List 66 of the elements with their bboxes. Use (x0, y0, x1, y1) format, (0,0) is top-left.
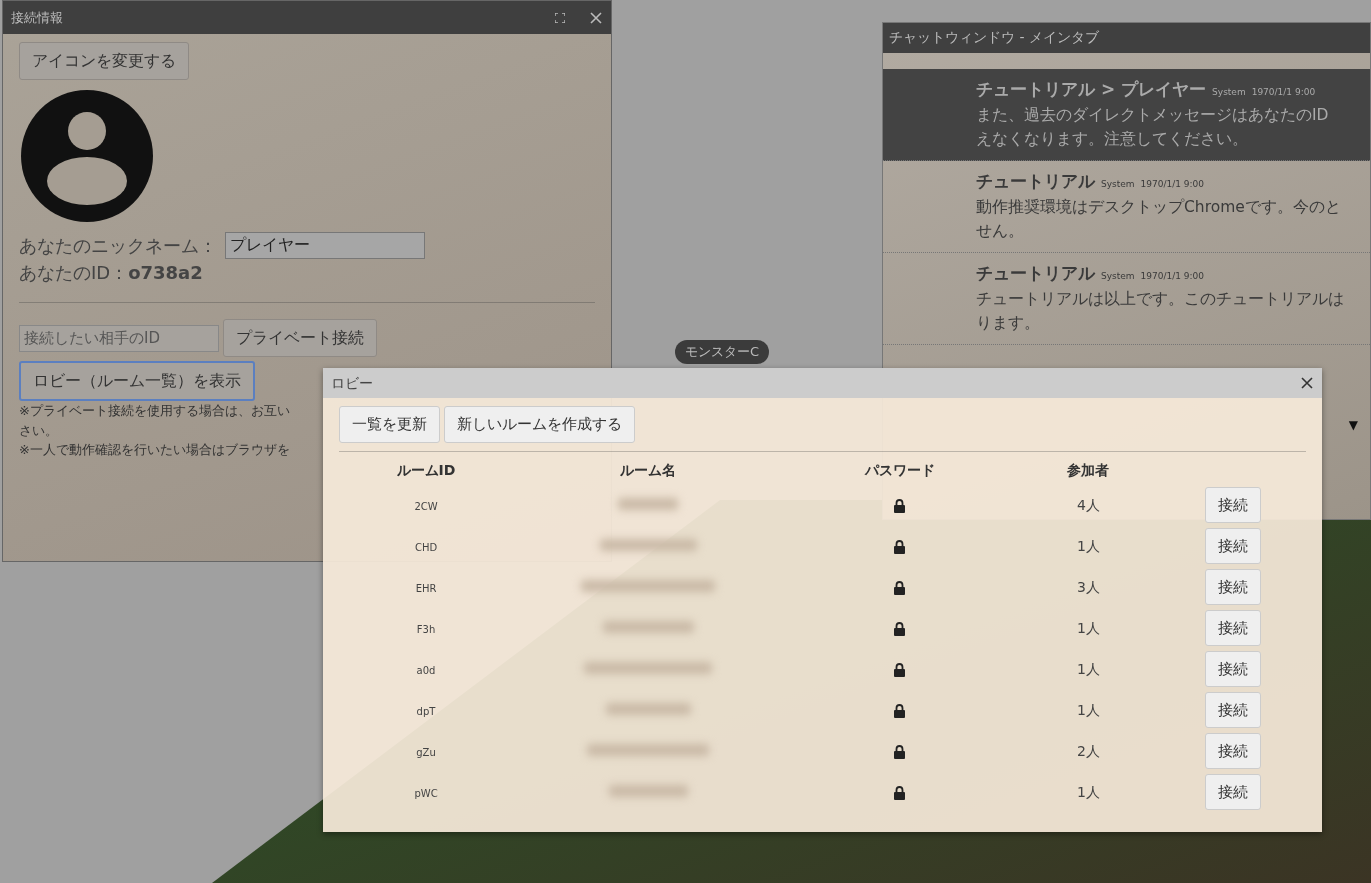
window-title: ロビー (331, 373, 373, 393)
room-id: 2CW (414, 501, 438, 512)
join-button[interactable]: 接続 (1205, 568, 1262, 606)
column-header: ルーム名 (513, 455, 784, 485)
message-time: 1970/1/1 9:00 (1140, 271, 1205, 282)
room-id: dpT (416, 706, 436, 717)
change-icon-button[interactable]: アイコンを変更する (19, 42, 189, 80)
column-header: パスワード (783, 455, 1016, 485)
dropdown-caret[interactable]: ▼ (1348, 416, 1358, 434)
close-icon[interactable] (1300, 376, 1314, 390)
join-button[interactable]: 接続 (1205, 486, 1262, 524)
message-text: また、過去のダイレクトメッセージはあなたのID (976, 104, 1330, 126)
message-source: System (1212, 87, 1246, 97)
private-connect-button[interactable]: プライベート接続 (223, 319, 377, 357)
join-button[interactable]: 接続 (1205, 650, 1262, 688)
join-button[interactable]: 接続 (1205, 773, 1262, 811)
message-text: えなくなります。注意してください。 (976, 129, 1249, 151)
nickname-label: あなたのニックネーム： (19, 234, 217, 258)
blurred-room-name (618, 498, 679, 510)
message-text: 動作推奨環境はデスクトップChromeです。今のと (976, 196, 1342, 218)
message-source: System (1101, 179, 1135, 190)
message-source: System (1101, 271, 1135, 282)
join-button[interactable]: 接続 (1205, 732, 1262, 770)
maximize-icon[interactable] (555, 12, 565, 23)
note-text: ※一人で動作確認を行いたい場合はブラウザを (19, 441, 290, 459)
id-label: あなたのID： (19, 261, 129, 285)
message-text: チュートリアルは以上です。このチュートリアルは (976, 288, 1345, 310)
join-button[interactable]: 接続 (1205, 609, 1262, 647)
avatar-icon (19, 88, 155, 224)
room-id: CHD (414, 542, 438, 553)
id-value: o738a2 (128, 261, 203, 285)
toolbar-button[interactable]: 一覧を更新 (339, 406, 440, 443)
show-lobby-button[interactable]: ロビー（ルーム一覧）を表示 (19, 361, 255, 401)
message-text: せん。 (976, 221, 1025, 243)
close-icon[interactable] (589, 10, 603, 25)
peer-id-field[interactable]: 接続したい相手のID (19, 324, 219, 352)
participant-count: 1人 (1076, 784, 1100, 800)
participant-count: 1人 (1076, 661, 1100, 677)
token-label: モンスターC (675, 340, 770, 364)
note-text: さい。 (19, 421, 58, 440)
room-id: EHR (415, 583, 437, 594)
participant-count: 3人 (1076, 579, 1100, 595)
room-id: gZu (416, 747, 436, 758)
participant-count: 4人 (1076, 497, 1100, 513)
join-button[interactable]: 接続 (1205, 691, 1262, 729)
sender-name: チュートリアル > プレイヤー (976, 79, 1207, 99)
participant-count: 1人 (1076, 620, 1100, 636)
window-title: チャットウィンドウ - メインタブ (883, 23, 1370, 53)
column-header: 参加者 (1015, 455, 1161, 485)
room-id: a0d (416, 665, 436, 676)
nickname-field[interactable]: プレイヤー (225, 232, 425, 259)
column-header: ルームID (339, 455, 514, 485)
participant-count: 2人 (1076, 743, 1100, 759)
note-text: ※プライベート接続を使用する場合は、お互い (19, 402, 290, 420)
room-id: pWC (414, 788, 438, 799)
message-text: ります。 (976, 313, 1041, 335)
message-time: 1970/1/1 9:00 (1251, 87, 1316, 97)
join-button[interactable]: 接続 (1205, 527, 1262, 565)
room-id: F3h (416, 624, 436, 635)
participant-count: 1人 (1076, 702, 1100, 718)
message-time: 1970/1/1 9:00 (1140, 179, 1205, 190)
sender-name: チュートリアル (976, 171, 1095, 192)
window-title: 接続情報 (11, 8, 63, 27)
toolbar-button[interactable]: 新しいルームを作成する (444, 406, 635, 443)
participant-count: 1人 (1076, 538, 1100, 554)
sender-name: チュートリアル (976, 263, 1095, 284)
